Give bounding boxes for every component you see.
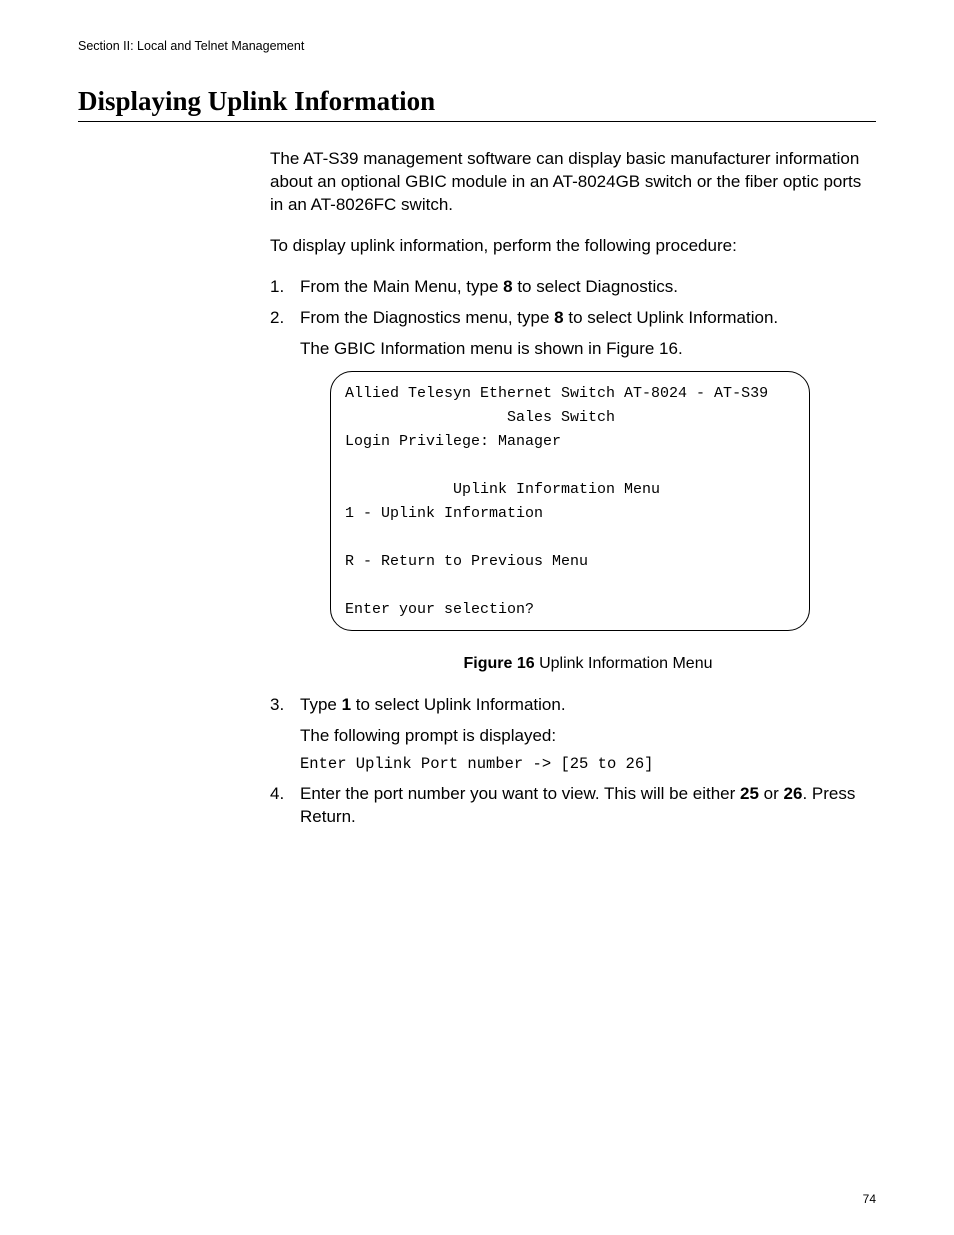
intro-paragraph-2: To display uplink information, perform t… xyxy=(270,235,876,258)
step-1-text-a: From the Main Menu, type xyxy=(300,277,503,296)
step-4-text-a: Enter the port number you want to view. … xyxy=(300,784,740,803)
terminal-line-6: R - Return to Previous Menu xyxy=(345,553,588,570)
step-3-sub: The following prompt is displayed: xyxy=(300,725,876,748)
step-3-key: 1 xyxy=(342,695,351,714)
step-3-text-a: Type xyxy=(300,695,342,714)
terminal-output-box: Allied Telesyn Ethernet Switch AT-8024 -… xyxy=(330,371,810,631)
step-4-text-c: or xyxy=(759,784,784,803)
step-1: From the Main Menu, type 8 to select Dia… xyxy=(270,276,876,299)
terminal-line-1: Allied Telesyn Ethernet Switch AT-8024 -… xyxy=(345,385,768,402)
step-2-text-a: From the Diagnostics menu, type xyxy=(300,308,554,327)
step-2-key: 8 xyxy=(554,308,563,327)
terminal-line-4: Uplink Information Menu xyxy=(345,481,660,498)
step-2-text-c: to select Uplink Information. xyxy=(564,308,778,327)
page-number: 74 xyxy=(863,1191,876,1207)
step-3: Type 1 to select Uplink Information. The… xyxy=(270,694,876,775)
section-header: Section II: Local and Telnet Management xyxy=(78,38,876,55)
figure-caption-text: Uplink Information Menu xyxy=(535,655,713,672)
step-4: Enter the port number you want to view. … xyxy=(270,783,876,829)
intro-paragraph-1: The AT-S39 management software can displ… xyxy=(270,148,876,217)
figure-caption: Figure 16 Uplink Information Menu xyxy=(300,653,876,675)
step-4-key-25: 25 xyxy=(740,784,759,803)
figure-label: Figure 16 xyxy=(464,655,535,672)
step-1-key: 8 xyxy=(503,277,512,296)
step-4-key-26: 26 xyxy=(784,784,803,803)
terminal-line-5: 1 - Uplink Information xyxy=(345,505,543,522)
procedure-list: From the Main Menu, type 8 to select Dia… xyxy=(270,276,876,829)
step-1-text-c: to select Diagnostics. xyxy=(513,277,678,296)
terminal-line-2: Sales Switch xyxy=(345,409,615,426)
step-2: From the Diagnostics menu, type 8 to sel… xyxy=(270,307,876,674)
step-3-prompt: Enter Uplink Port number -> [25 to 26] xyxy=(300,754,876,775)
terminal-line-7: Enter your selection? xyxy=(345,601,534,618)
step-2-sub: The GBIC Information menu is shown in Fi… xyxy=(300,338,876,361)
page-title: Displaying Uplink Information xyxy=(78,83,876,122)
step-3-text-c: to select Uplink Information. xyxy=(351,695,565,714)
terminal-line-3: Login Privilege: Manager xyxy=(345,433,561,450)
body-content: The AT-S39 management software can displ… xyxy=(270,148,876,829)
